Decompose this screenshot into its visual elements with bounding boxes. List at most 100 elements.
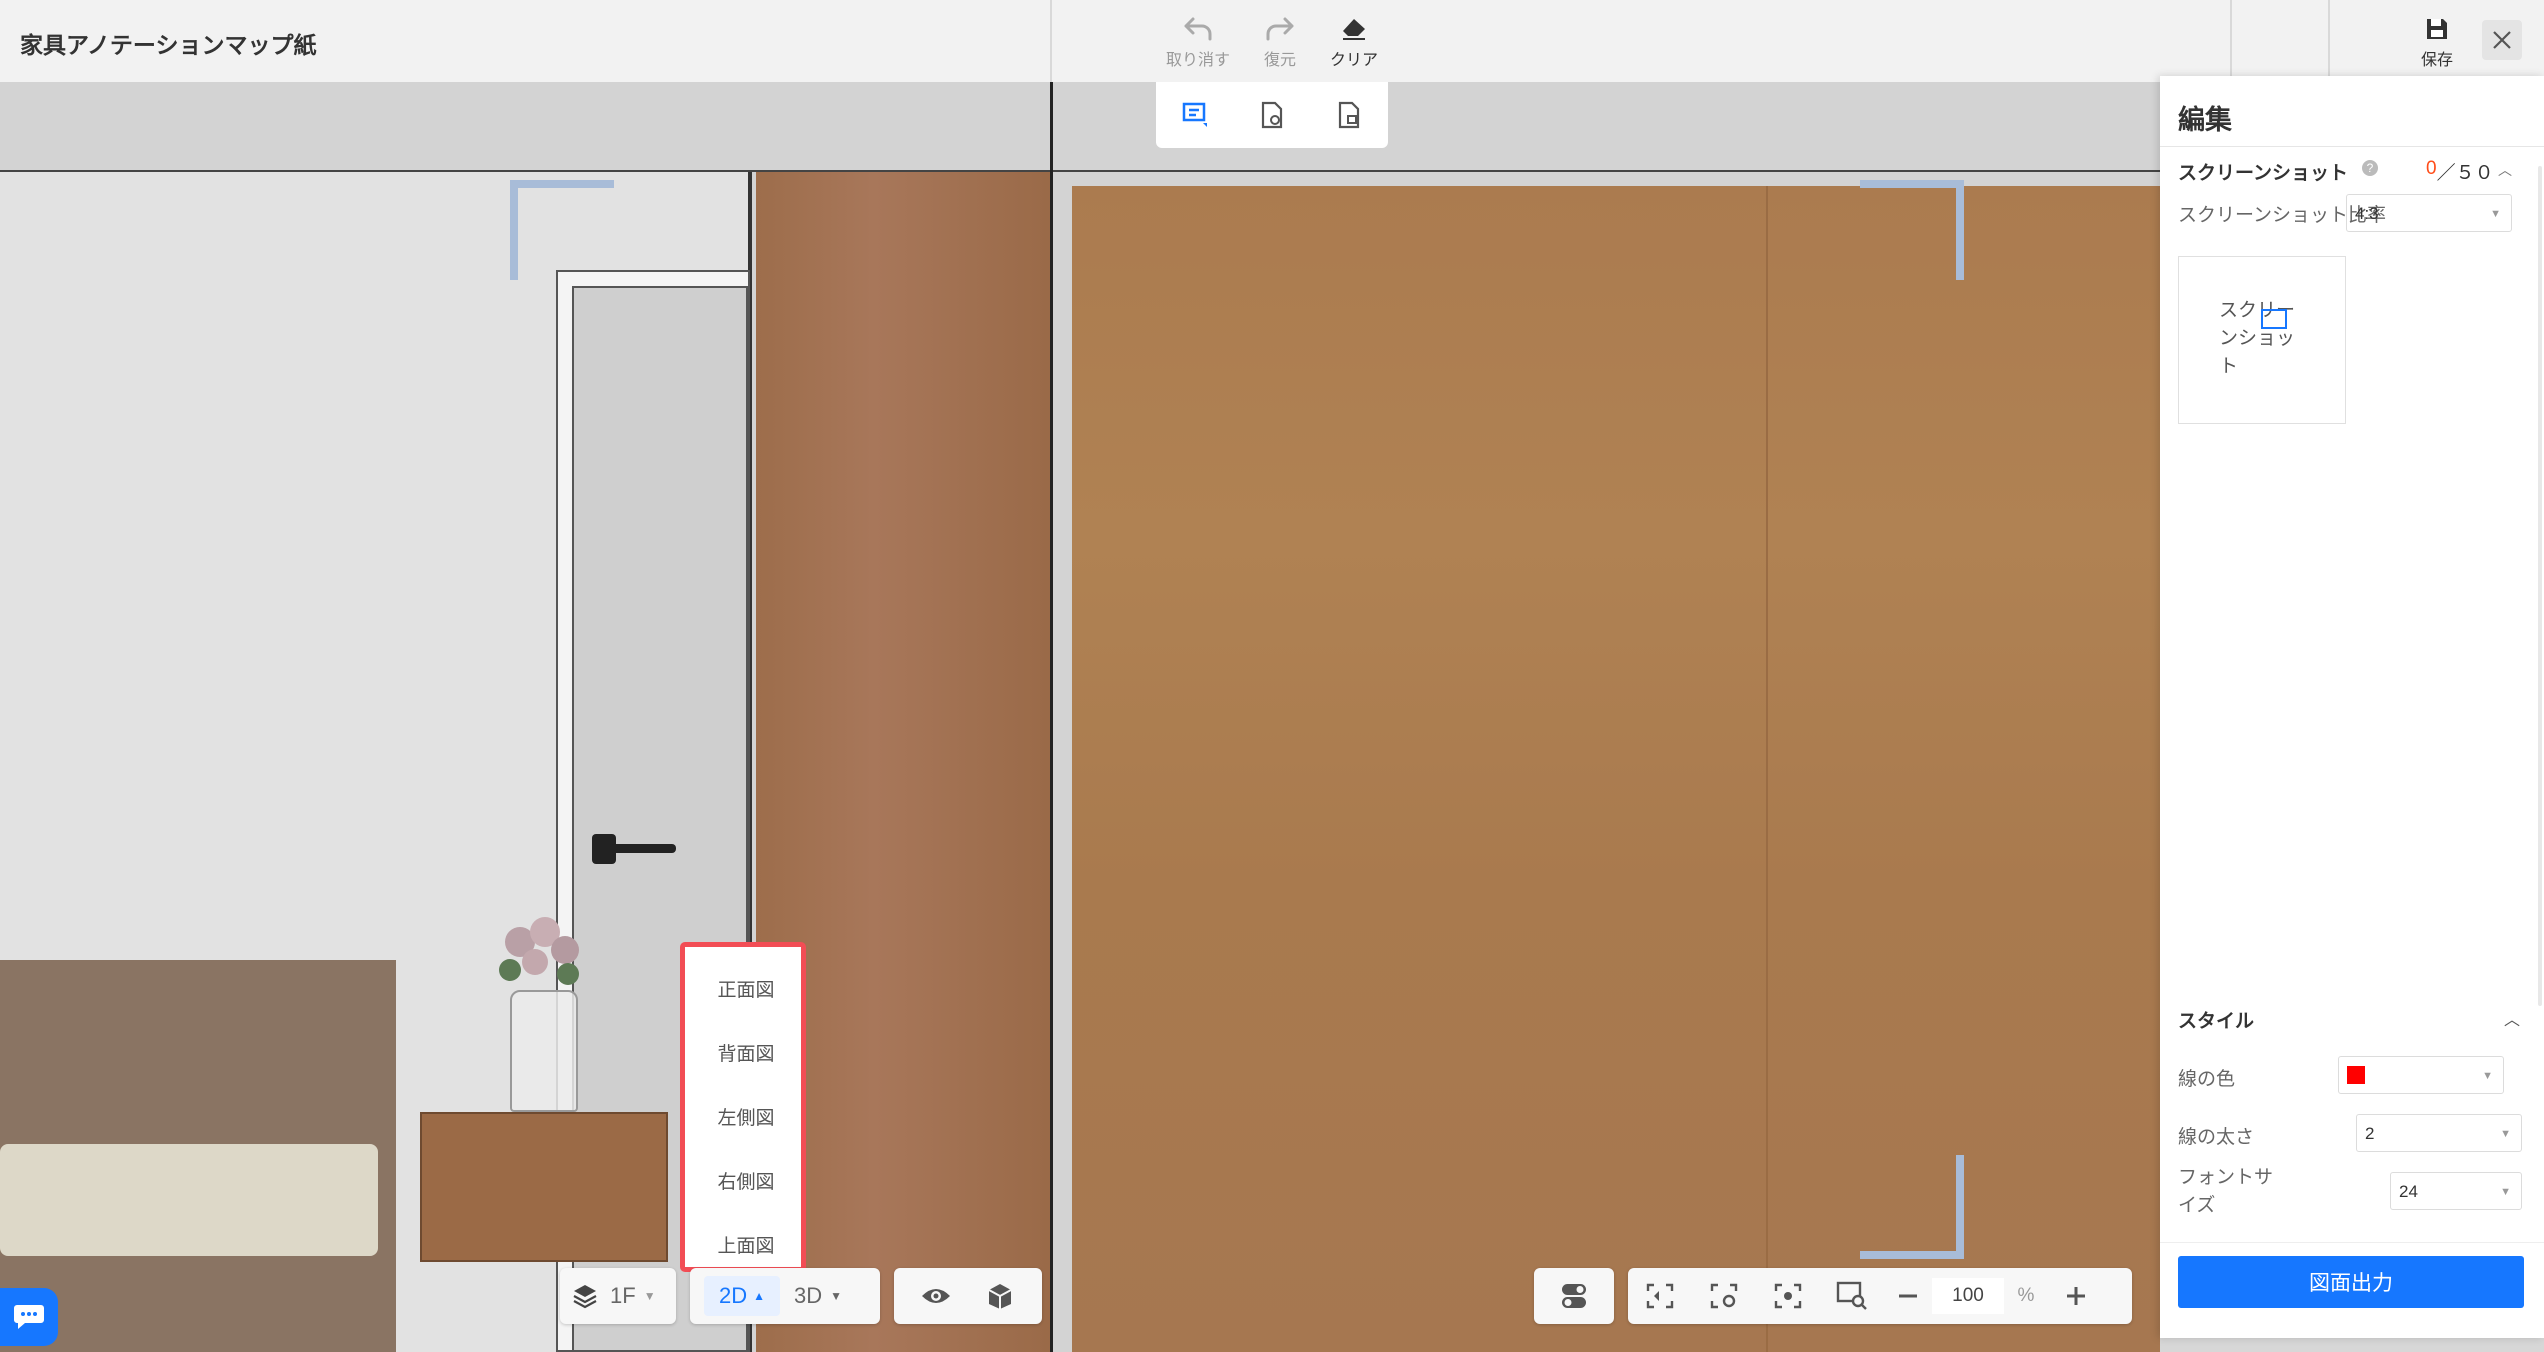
style-section-title: スタイル <box>2178 1011 2255 1032</box>
line-color-swatch <box>2347 1066 2365 1084</box>
clear-button[interactable]: クリア <box>1314 12 1394 70</box>
bed-mattress <box>0 1144 378 1256</box>
close-icon <box>2493 31 2511 49</box>
layers-icon <box>560 1282 610 1310</box>
vase <box>510 990 578 1112</box>
font-size-label: フォントサイズ <box>2178 1167 2274 1216</box>
ratio-value: 4:3 <box>2355 204 2379 223</box>
panel-divider <box>2160 146 2544 147</box>
comment-annotation-icon <box>1182 102 1207 127</box>
cube-icon <box>988 1284 1012 1309</box>
edit-panel: 編集 スクリーンショット ? 0 ／ ５０ ︿ スクリーンショット比率 4:3 … <box>2160 76 2544 1338</box>
visibility-button[interactable] <box>904 1268 968 1324</box>
toggle-icon <box>1562 1284 1586 1308</box>
view-settings-button[interactable] <box>1692 1268 1756 1324</box>
save-icon <box>2397 12 2477 46</box>
line-color-label: 線の色 <box>2178 1069 2236 1090</box>
toolbar-divider <box>2328 0 2330 82</box>
redo-label: 復元 <box>1263 52 1296 69</box>
ratio-select[interactable]: 4:3 ▼ <box>2346 194 2512 232</box>
save-button[interactable]: 保存 <box>2397 12 2477 70</box>
app-title: 家具アノテーションマップ紙 <box>20 32 317 58</box>
menu-item-front-view[interactable]: 正面図 <box>685 975 807 1002</box>
zoom-region-button[interactable] <box>1820 1268 1884 1324</box>
menu-item-back-view[interactable]: 背面図 <box>685 1039 807 1066</box>
flowers-icon <box>490 912 590 994</box>
toolbar-divider <box>2230 0 2232 82</box>
fit-screen-icon <box>1646 1283 1674 1309</box>
font-size-value: 24 <box>2399 1182 2418 1201</box>
zoom-out-button[interactable] <box>1884 1268 1932 1324</box>
chevron-down-icon: ▼ <box>2500 1186 2511 1198</box>
screenshot-section-title: スクリーンショット <box>2178 163 2349 184</box>
undo-label: 取り消す <box>1165 52 1230 69</box>
zoom-region-icon <box>1836 1281 1867 1310</box>
export-drawing-button[interactable]: 図面出力 <box>2178 1256 2524 1308</box>
menu-item-left-view[interactable]: 左側図 <box>685 1103 807 1130</box>
annotate-comment-button[interactable] <box>1165 89 1225 141</box>
screenshot-count: 0 <box>2426 158 2437 179</box>
mode-3d-button[interactable]: 3D ▼ <box>794 1283 842 1309</box>
toggle-settings-button[interactable] <box>1542 1268 1606 1324</box>
floor-selector[interactable]: 1F ▼ <box>560 1268 676 1324</box>
line-width-label: 線の太さ <box>2178 1127 2255 1148</box>
close-button[interactable] <box>2482 20 2522 60</box>
chat-button[interactable] <box>0 1288 58 1346</box>
chevron-down-icon: ▼ <box>643 1289 656 1303</box>
panel-title: 編集 <box>2178 105 2232 135</box>
line-width-value: 2 <box>2365 1124 2375 1143</box>
menu-item-right-view[interactable]: 右側図 <box>685 1167 807 1194</box>
chevron-down-icon: ▼ <box>2482 1070 2493 1082</box>
fit-screen-button[interactable] <box>1628 1268 1692 1324</box>
cube-view-button[interactable] <box>968 1268 1032 1324</box>
nightstand <box>420 1112 668 1262</box>
capture-corner-tl <box>510 180 614 280</box>
chevron-up-icon[interactable]: ︿ <box>2504 1006 2520 1030</box>
screenshot-add-tile[interactable]: スクリーンショット <box>2178 256 2346 424</box>
annotate-dimension-button[interactable] <box>1242 89 1302 141</box>
plus-icon <box>2067 1287 2085 1305</box>
zoom-tools-group: 100 % <box>1628 1268 2132 1324</box>
capture-corner-tr <box>1860 180 1964 280</box>
chevron-down-icon: ▼ <box>2490 208 2501 220</box>
screenshot-counter: 0 ／ ５０ <box>2426 158 2494 185</box>
chevron-down-icon: ▼ <box>2500 1128 2511 1140</box>
panel-scrollbar[interactable] <box>2538 166 2542 1006</box>
save-label: 保存 <box>2420 52 2453 69</box>
chevron-up-icon: ▲ <box>753 1289 765 1303</box>
view-dropdown-menu: 正面図 背面図 左側図 右側図 上面図 <box>680 942 806 1272</box>
mode-3d-label: 3D <box>794 1283 823 1308</box>
redo-button[interactable]: 復元 <box>1240 12 1320 70</box>
zoom-unit: % <box>2017 1285 2035 1306</box>
view-mode-group: 2D ▲ 3D ▼ <box>690 1268 880 1324</box>
chevron-up-icon[interactable]: ︿ <box>2498 160 2512 180</box>
drawing-canvas[interactable] <box>0 82 2160 1352</box>
eraser-icon <box>1314 12 1394 46</box>
eye-icon <box>922 1289 950 1303</box>
zoom-input[interactable]: 100 <box>1932 1278 2004 1314</box>
document-settings-icon <box>1261 101 1283 129</box>
focus-button[interactable] <box>1756 1268 1820 1324</box>
settings-toggle-group <box>1534 1268 1614 1324</box>
mode-2d-label: 2D <box>718 1283 748 1308</box>
floor-label: 1F <box>610 1283 636 1308</box>
mode-2d-button[interactable]: 2D ▲ <box>704 1276 780 1316</box>
clear-label: クリア <box>1329 52 1378 69</box>
help-icon[interactable]: ? <box>2362 160 2378 176</box>
undo-icon <box>1158 12 1238 46</box>
wood-wall-right <box>1072 186 2160 1352</box>
annotation-mode-toolbar <box>1156 82 1388 148</box>
focus-icon <box>1774 1283 1802 1309</box>
font-size-select[interactable]: 24 ▼ <box>2390 1172 2522 1210</box>
undo-button[interactable]: 取り消す <box>1158 12 1238 70</box>
screenshot-frame-icon <box>2261 309 2287 329</box>
annotate-label-button[interactable] <box>1319 89 1379 141</box>
split-line <box>1050 82 1053 1352</box>
chat-icon <box>14 1305 44 1329</box>
zoom-in-button[interactable] <box>2048 1268 2104 1324</box>
redo-icon <box>1240 12 1320 46</box>
line-color-select[interactable]: ▼ <box>2338 1056 2504 1094</box>
line-width-select[interactable]: 2 ▼ <box>2356 1114 2522 1152</box>
chevron-down-icon: ▼ <box>830 1289 843 1303</box>
menu-item-top-view[interactable]: 上面図 <box>685 1231 807 1258</box>
